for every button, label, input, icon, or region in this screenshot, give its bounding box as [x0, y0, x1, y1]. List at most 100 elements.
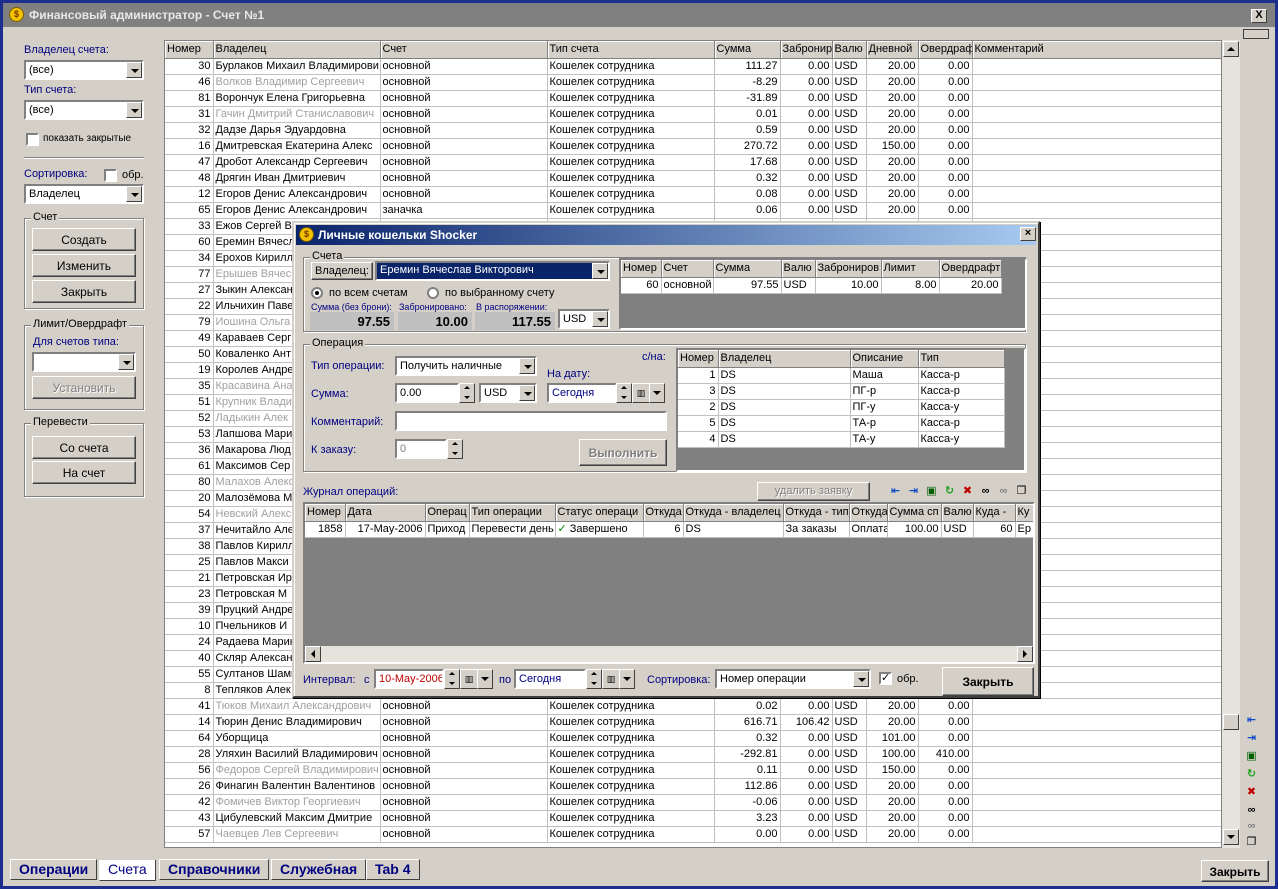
- grid-header-cell[interactable]: Владелец: [213, 41, 381, 59]
- op-type-select[interactable]: Получить наличные: [395, 356, 537, 376]
- amount-currency-select[interactable]: USD: [479, 383, 537, 403]
- sort-reverse-checkbox[interactable]: [104, 169, 117, 182]
- bottom-close-button[interactable]: Закрыть: [1201, 860, 1269, 882]
- journal-header-cell[interactable]: Операц: [425, 504, 470, 522]
- cn-header-cell[interactable]: Владелец: [718, 350, 851, 368]
- radio-all-accounts[interactable]: [311, 287, 323, 299]
- from-calendar-icon[interactable]: ▥: [460, 669, 478, 689]
- grid-header-cell[interactable]: Сумма: [714, 41, 781, 59]
- tab-service[interactable]: Служебная: [271, 859, 367, 880]
- grid-header-cell[interactable]: Тип счета: [547, 41, 715, 59]
- owner-select[interactable]: (все): [24, 60, 144, 80]
- table-row[interactable]: 47 Дробот Александр Сергеевич основной Коше…: [165, 154, 1221, 171]
- account-table[interactable]: Номер Счет Сумма Валю Заброниров Лимит Овердра…: [619, 258, 1027, 330]
- grid-header-cell[interactable]: Дневной: [866, 41, 919, 59]
- grid-header-cell[interactable]: Комментарий: [972, 41, 1221, 59]
- dialog-close-button[interactable]: Закрыть: [942, 667, 1034, 696]
- journal-header-cell[interactable]: Откуда: [643, 504, 684, 522]
- date-dropdown[interactable]: [649, 383, 665, 403]
- journal-arrow-left-icon[interactable]: ⇤: [887, 483, 904, 500]
- journal-header-cell[interactable]: Статус операци: [555, 504, 644, 522]
- acct-header-cell[interactable]: Сумма: [713, 260, 782, 278]
- journal-table[interactable]: Номер Дата Операц Тип операции Статус операц…: [303, 502, 1035, 664]
- tab-operations[interactable]: Операции: [10, 859, 98, 880]
- chevron-down-icon[interactable]: [126, 102, 142, 118]
- grid-header-cell[interactable]: Валю: [832, 41, 867, 59]
- cn-header-cell[interactable]: Описание: [850, 350, 919, 368]
- tab-references[interactable]: Справочники: [159, 859, 270, 880]
- restore-tab-icon[interactable]: [1243, 29, 1269, 39]
- journal-header-cell[interactable]: Откуда - владелец: [683, 504, 784, 522]
- edit-account-button[interactable]: Изменить: [32, 254, 136, 277]
- table-row[interactable]: 28 Уляхин Василий Владимирович основной Кош…: [165, 746, 1221, 763]
- journal-copy-icon[interactable]: ❐: [1013, 483, 1030, 500]
- to-date-spinner[interactable]: [586, 669, 602, 689]
- journal-arrow-right-icon[interactable]: ⇥: [905, 483, 922, 500]
- journal-binoculars-icon[interactable]: ∞: [977, 483, 994, 500]
- limit-type-select[interactable]: [32, 352, 136, 372]
- comment-input[interactable]: [395, 411, 667, 431]
- table-row[interactable]: 16 Дмитревская Екатерина Алекс основной Кош…: [165, 138, 1221, 155]
- scroll-down-icon[interactable]: [1223, 829, 1239, 845]
- cn-row[interactable]: 3 DS ПГ-р Касса-р: [678, 383, 1005, 400]
- journal-sort-reverse-checkbox[interactable]: ✓: [879, 672, 892, 685]
- tab-accounts[interactable]: Счета: [99, 860, 156, 881]
- scroll-right-icon[interactable]: [1017, 646, 1033, 662]
- chevron-down-icon[interactable]: [592, 263, 608, 279]
- journal-binoculars-next-icon[interactable]: ∞: [995, 483, 1012, 500]
- acct-header-cell[interactable]: Лимит: [881, 260, 940, 278]
- order-input[interactable]: 0: [395, 439, 447, 459]
- binoculars-next-icon[interactable]: ∞: [1243, 818, 1260, 835]
- table-row[interactable]: 48 Дрягин Иван Дмитриевич основной Кошелек …: [165, 170, 1221, 187]
- table-row[interactable]: 43 Цибулевский Максим Дмитрие основной Коше…: [165, 810, 1221, 827]
- create-account-button[interactable]: Создать: [32, 228, 136, 251]
- date-spinner[interactable]: [616, 383, 632, 403]
- acct-header-cell[interactable]: Валю: [781, 260, 816, 278]
- delete-icon[interactable]: ✖: [1243, 784, 1260, 801]
- chevron-down-icon[interactable]: [853, 671, 869, 687]
- table-row[interactable]: 42 Фомичев Виктор Георгиевич основной Кошел…: [165, 794, 1221, 811]
- arrow-left-icon[interactable]: ⇤: [1243, 712, 1260, 729]
- table-row[interactable]: 31 Гачин Дмитрий Станиславович основной Кош…: [165, 106, 1221, 123]
- acct-type-select[interactable]: (все): [24, 100, 144, 120]
- journal-refresh-icon[interactable]: ↻: [941, 483, 958, 500]
- dialog-currency-select[interactable]: USD: [558, 309, 610, 329]
- set-limit-button[interactable]: Установить: [32, 376, 136, 399]
- journal-row[interactable]: 1858 17-May-2006 Приход Перевести день ✓ Зав…: [305, 521, 1033, 538]
- close-account-button[interactable]: Закрыть: [32, 280, 136, 303]
- refresh-icon[interactable]: ↻: [1243, 766, 1260, 783]
- transfer-from-button[interactable]: Со счета: [32, 436, 136, 459]
- binoculars-icon[interactable]: ∞: [1243, 802, 1260, 819]
- amount-input[interactable]: 0.00: [395, 383, 459, 403]
- cn-row[interactable]: 2 DS ПГ-у Касса-у: [678, 399, 1005, 416]
- journal-sort-select[interactable]: Номер операции: [715, 669, 871, 689]
- sort-select[interactable]: Владелец: [24, 184, 144, 204]
- table-row[interactable]: 32 Дадзе Дарья Эдуардовна основной Кошелек …: [165, 122, 1221, 139]
- journal-header-cell[interactable]: Тип операции: [469, 504, 556, 522]
- to-calendar-icon[interactable]: ▥: [602, 669, 620, 689]
- chevron-down-icon[interactable]: [592, 311, 608, 327]
- radio-selected-account[interactable]: [427, 287, 439, 299]
- copy-icon[interactable]: ❐: [1243, 834, 1260, 851]
- cn-row[interactable]: 5 DS ТА-р Касса-р: [678, 415, 1005, 432]
- table-row[interactable]: 81 Ворончук Елена Григорьевна основной Коше…: [165, 90, 1221, 107]
- chevron-down-icon[interactable]: [126, 62, 142, 78]
- amount-spinner[interactable]: [459, 383, 475, 403]
- acct-header-cell[interactable]: Номер: [621, 260, 662, 278]
- delete-request-button[interactable]: удалить заявку: [757, 482, 870, 501]
- acct-header-cell[interactable]: Счет: [661, 260, 714, 278]
- dialog-close-icon[interactable]: ×: [1020, 227, 1036, 241]
- owner-button[interactable]: Владелец:: [311, 262, 373, 280]
- table-row[interactable]: 30 Бурлаков Михаил Владимирови основной Кош…: [165, 58, 1221, 75]
- from-date-spinner[interactable]: [444, 669, 460, 689]
- grid-header-cell[interactable]: Забронир: [780, 41, 833, 59]
- cn-row[interactable]: 4 DS ТА-у Касса-у: [678, 431, 1005, 448]
- arrow-right-icon[interactable]: ⇥: [1243, 730, 1260, 747]
- journal-header-cell[interactable]: Куда -: [973, 504, 1016, 522]
- journal-delete-icon[interactable]: ✖: [959, 483, 976, 500]
- journal-header-cell[interactable]: Номер: [305, 504, 346, 522]
- journal-header-cell[interactable]: Откуда: [849, 504, 888, 522]
- table-row[interactable]: 46 Волков Владимир Сергеевич основной Кошел…: [165, 74, 1221, 91]
- order-spinner[interactable]: [447, 439, 463, 459]
- journal-header-cell[interactable]: Дата: [345, 504, 426, 522]
